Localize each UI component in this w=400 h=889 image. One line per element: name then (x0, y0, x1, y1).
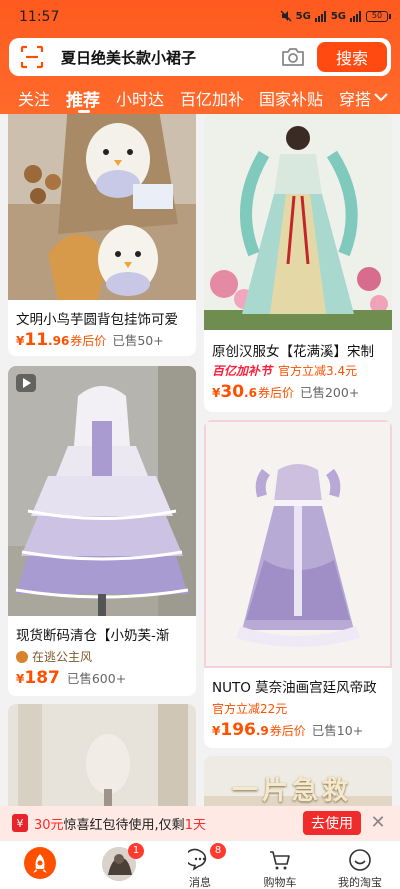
tab-outfit[interactable]: 穿搭 (339, 86, 371, 110)
currency-symbol: ¥ (16, 672, 25, 686)
currency-symbol: ¥ (212, 386, 221, 400)
category-tabs: 关注 推荐 小时达 百亿加补 国家补贴 穿搭 (0, 82, 400, 114)
tab-subsidy[interactable]: 百亿加补 (180, 86, 244, 110)
price-row-card: ¥ 30 .6 券后价 已售200+ (204, 376, 392, 412)
product-image (204, 420, 392, 668)
sold-count: 已售10+ (311, 723, 364, 738)
coupon-days: 1天 (184, 817, 206, 833)
close-icon[interactable]: ✕ (368, 813, 388, 833)
currency-symbol: ¥ (212, 724, 221, 738)
shop-name: 在逃公主风 (32, 650, 93, 664)
tab-recommend[interactable]: 推荐 (66, 86, 100, 111)
signal-icon (314, 10, 326, 22)
red-packet-icon: ¥ (12, 814, 28, 832)
product-title: 原创汉服女【花满溪】宋制 (212, 344, 374, 360)
tab-follow[interactable]: 关注 (18, 86, 50, 110)
nav-feed[interactable]: 1 (80, 841, 160, 889)
shop-line: 在逃公主风 (16, 648, 92, 665)
product-card[interactable] (8, 704, 196, 806)
tab-national-subsidy[interactable]: 国家补贴 (259, 86, 323, 110)
scan-icon[interactable] (19, 44, 45, 70)
product-image (8, 366, 196, 616)
nav-messages-label: 消息 (189, 876, 211, 889)
smile-icon (349, 849, 371, 871)
shop-icon (16, 650, 28, 663)
price-line: ¥ 187 已售600+ (16, 668, 126, 688)
product-feed: 文明小鸟芋圆背包挂饰可爱 ¥ 11 .96 券后价 已售50+ 现货断码清仓【小 (0, 114, 400, 806)
status-bar: 11:57 5G 5G 50 (0, 0, 400, 34)
product-image (8, 114, 196, 300)
nav-cart-label: 购物车 (263, 876, 297, 889)
top-header: 11:57 5G 5G 50 夏日绝美长款小裙子 搜索 关注 推荐 小时达 百亿… (0, 0, 400, 114)
product-card[interactable]: NUTO 莫奈油画宫廷风帝政 官方立减22元 ¥ 196 .9 券后价 已售10… (204, 420, 392, 748)
banner-text: 一片急救 (232, 776, 353, 806)
sold-count: 已售600+ (66, 671, 127, 686)
product-card[interactable]: 一片急救 (204, 756, 392, 806)
product-image (8, 704, 196, 806)
search-input[interactable]: 夏日绝美长款小裙子 (61, 47, 279, 68)
chevron-down-icon (374, 93, 388, 102)
status-icons: 5G 5G 50 (280, 10, 391, 22)
search-button[interactable]: 搜索 (317, 42, 387, 72)
price-decimal: .6 (244, 386, 257, 400)
battery-icon: 50 (366, 10, 391, 22)
active-tab-indicator (78, 110, 90, 113)
price-decimal: .9 (255, 724, 269, 738)
price-integer: 187 (24, 668, 60, 688)
signal-2-label: 5G (330, 10, 346, 22)
nav-mine-label: 我的淘宝 (338, 876, 382, 889)
currency-symbol: ¥ (16, 334, 25, 348)
mute-icon (280, 10, 292, 22)
price-tag: 券后价 (70, 334, 107, 348)
promo-line: 官方立减22元 (212, 700, 287, 717)
product-title: NUTO 莫奈油画宫廷风帝政 (212, 680, 377, 696)
price-tag: 券后价 (257, 386, 294, 400)
nav-mine[interactable]: 我的淘宝 (320, 841, 400, 889)
status-time: 11:57 (19, 9, 60, 25)
price-line: ¥ 30 .6 券后价 已售200+ (212, 382, 359, 402)
sold-count: 已售50+ (112, 333, 164, 348)
nav-home[interactable] (0, 841, 80, 889)
signal-1-label: 5G (295, 10, 311, 22)
price-decimal: .96 (48, 334, 70, 348)
coupon-message: 惊喜红包待使用,仅剩 (63, 817, 185, 833)
product-card[interactable]: 原创汉服女【花满溪】宋制 百亿加补节 官方立减3.4元 (204, 114, 392, 384)
nav-cart[interactable]: 购物车 (240, 841, 320, 889)
product-title: 文明小鸟芋圆背包挂饰可爱 (16, 312, 178, 328)
chat-bubble-icon (188, 848, 207, 871)
product-image (204, 114, 392, 330)
bottom-nav: 1 8 消息 购物车 我的淘宝 (0, 840, 400, 889)
coupon-text: 30元惊喜红包待使用,仅剩1天 (34, 814, 206, 833)
price-line: ¥ 11 .96 券后价 已售50+ (16, 330, 164, 350)
signal-icon-2 (350, 10, 361, 22)
coupon-amount: 30元 (34, 817, 64, 833)
price-integer: 11 (24, 330, 49, 350)
price-integer: 196 (220, 720, 256, 740)
tabs-more-button[interactable] (370, 86, 392, 108)
feed-badge: 1 (128, 843, 144, 859)
product-title: 现货断码清仓【小奶芙-渐 (16, 628, 170, 644)
nav-messages[interactable]: 8 消息 (160, 841, 240, 889)
search-bar[interactable]: 夏日绝美长款小裙子 搜索 (9, 38, 391, 76)
video-play-icon (16, 374, 36, 392)
taobao-home-icon (24, 847, 56, 879)
price-tag: 券后价 (269, 724, 306, 738)
cart-icon (270, 851, 290, 870)
use-coupon-button[interactable]: 去使用 (303, 811, 361, 835)
messages-badge: 8 (210, 843, 226, 859)
price-line: ¥ 196 .9 券后价 已售10+ (212, 720, 363, 740)
tab-hourly-delivery[interactable]: 小时达 (116, 86, 164, 110)
product-card[interactable]: 现货断码清仓【小奶芙-渐 在逃公主风 ¥ 187 已售600+ (8, 366, 196, 696)
product-card[interactable]: 文明小鸟芋圆背包挂饰可爱 ¥ 11 .96 券后价 已售50+ (8, 114, 196, 356)
sold-count: 已售200+ (299, 385, 360, 400)
coupon-bar: ¥ 30元惊喜红包待使用,仅剩1天 去使用 ✕ (0, 806, 400, 840)
price-integer: 30 (220, 382, 245, 402)
camera-icon[interactable] (279, 43, 307, 71)
promo-text: 官方立减22元 (212, 702, 288, 716)
